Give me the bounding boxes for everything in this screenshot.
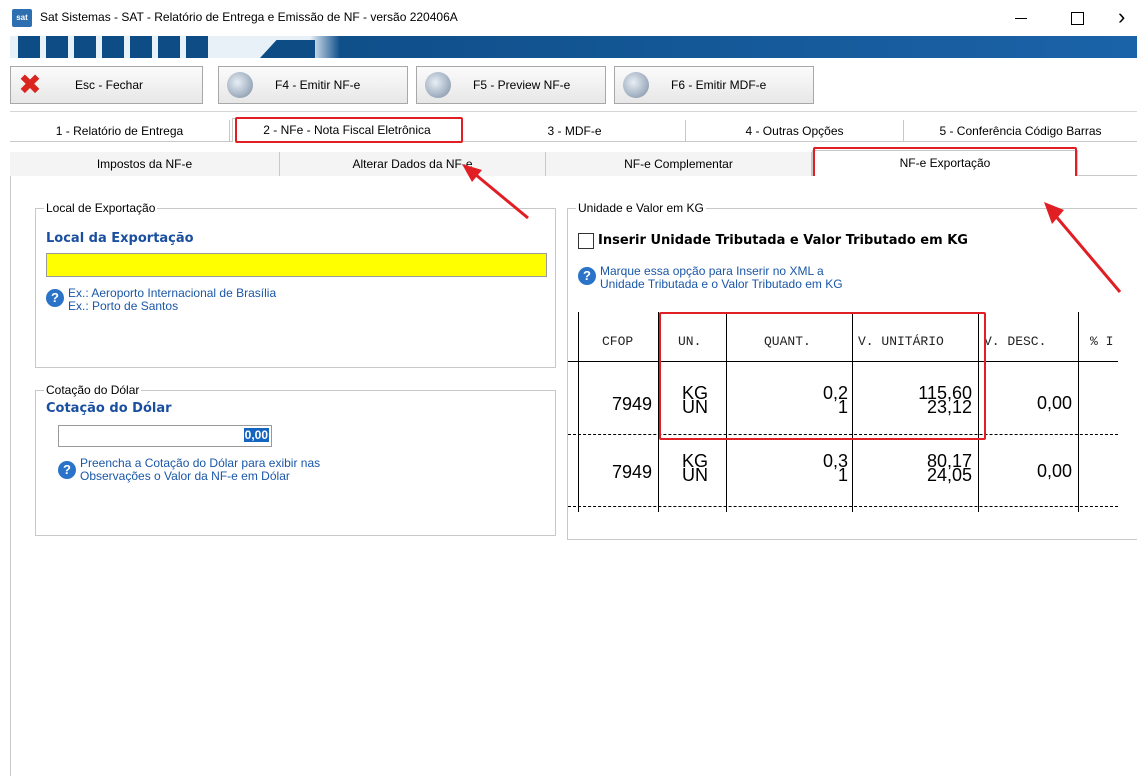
tab-alterar-dados-nfe[interactable]: Alterar Dados da NF-e — [280, 152, 546, 176]
inserir-kg-checkbox-label[interactable]: Inserir Unidade Tributada e Valor Tribut… — [598, 233, 968, 248]
f6-emit-mdfe-button[interactable]: F6 - Emitir MDF-e — [614, 66, 814, 104]
highlight-box-exportacao-tab — [813, 147, 1077, 179]
f6-label: F6 - Emitir MDF-e — [671, 78, 767, 92]
maximize-button[interactable] — [1057, 4, 1097, 32]
globe-icon — [227, 72, 253, 98]
cotacao-dolar-label: Cotação do Dólar — [46, 401, 172, 416]
help-icon: ? — [46, 289, 64, 307]
f5-label: F5 - Preview NF-e — [473, 78, 571, 92]
globe-icon — [623, 72, 649, 98]
app-icon: sat — [12, 9, 32, 27]
help-icon: ? — [578, 267, 596, 285]
group-title-unidade-valor-kg: Unidade e Valor em KG — [576, 201, 706, 215]
grid-row2-vunit2: 24,05 — [926, 465, 972, 485]
window-title: Sat Sistemas - SAT - Relatório de Entreg… — [40, 10, 458, 24]
f4-emit-nfe-button[interactable]: F4 - Emitir NF-e — [218, 66, 408, 104]
group-cotacao-dolar: Cotação do Dólar Cotação do Dólar 0,00 ?… — [35, 383, 556, 536]
main-tab-bar: 1 - Relatório de Entrega 2 - NFe - Nota … — [10, 118, 1137, 142]
highlight-box-nfe-tab — [235, 117, 463, 143]
local-exportacao-help-line2: Ex.: Porto de Santos — [68, 299, 179, 313]
inserir-kg-checkbox[interactable] — [578, 233, 594, 249]
tab-conferencia-codigo-barras[interactable]: 5 - Conferência Código Barras — [904, 120, 1137, 142]
header-banner — [10, 36, 1137, 58]
tab-outras-opcoes[interactable]: 4 - Outras Opções — [686, 120, 904, 142]
tab-mdfe[interactable]: 3 - MDF-e — [464, 120, 686, 142]
grid-row1-cfop: 7949 — [611, 394, 652, 414]
grid-header-percent: % I — [1090, 334, 1114, 349]
group-title-cotacao-dolar: Cotação do Dólar — [44, 383, 142, 397]
local-exportacao-label: Local da Exportação — [46, 231, 194, 246]
grid-row2-quant2: 1 — [837, 465, 848, 485]
f5-preview-nfe-button[interactable]: F5 - Preview NF-e — [416, 66, 606, 104]
group-title-local-exportacao: Local de Exportação — [44, 201, 158, 215]
esc-close-button[interactable]: ✖ Esc - Fechar — [10, 66, 203, 104]
tab-impostos-nfe[interactable]: Impostos da NF-e — [10, 152, 280, 176]
banner-logo — [18, 36, 208, 58]
banner-logo-piece — [260, 40, 315, 58]
grid-row2-quant1: 0,3 — [822, 451, 848, 471]
globe-icon — [425, 72, 451, 98]
unidade-kg-help-line2: Unidade Tributada e o Valor Tributado em… — [600, 277, 843, 291]
help-icon: ? — [58, 461, 76, 479]
cotacao-dolar-value: 0,00 — [243, 428, 269, 442]
title-bar: sat Sat Sistemas - SAT - Relatório de En… — [0, 0, 1137, 36]
highlight-box-unit-values — [659, 312, 986, 440]
close-x-icon: ✖ — [18, 69, 42, 100]
esc-close-label: Esc - Fechar — [75, 78, 144, 92]
grid-header-cfop: CFOP — [602, 334, 634, 349]
cotacao-help-line2: Observações o Valor da NF-e em Dólar — [80, 469, 290, 483]
grid-row2-un2: UN — [682, 465, 708, 485]
local-exportacao-input[interactable] — [46, 253, 547, 277]
tab-relatorio-entrega[interactable]: 1 - Relatório de Entrega — [10, 120, 230, 142]
close-window-button[interactable] — [1113, 4, 1137, 32]
grid-row2-vdesc: 0,00 — [1036, 461, 1072, 481]
grid-row2-cfop: 7949 — [611, 462, 652, 482]
cotacao-dolar-input[interactable]: 0,00 — [58, 425, 272, 447]
group-local-exportacao: Local de Exportação Local da Exportação … — [35, 201, 556, 368]
tab-nfe-complementar[interactable]: NF-e Complementar — [546, 152, 812, 176]
toolbar: ✖ Esc - Fechar F4 - Emitir NF-e F5 - Pre… — [10, 60, 1137, 112]
grid-row-separator — [568, 506, 1118, 507]
grid-header-v-desc: V. DESC. — [984, 334, 1047, 349]
f4-label: F4 - Emitir NF-e — [275, 78, 361, 92]
minimize-button[interactable] — [1001, 4, 1041, 32]
grid-row1-vdesc: 0,00 — [1036, 393, 1072, 413]
